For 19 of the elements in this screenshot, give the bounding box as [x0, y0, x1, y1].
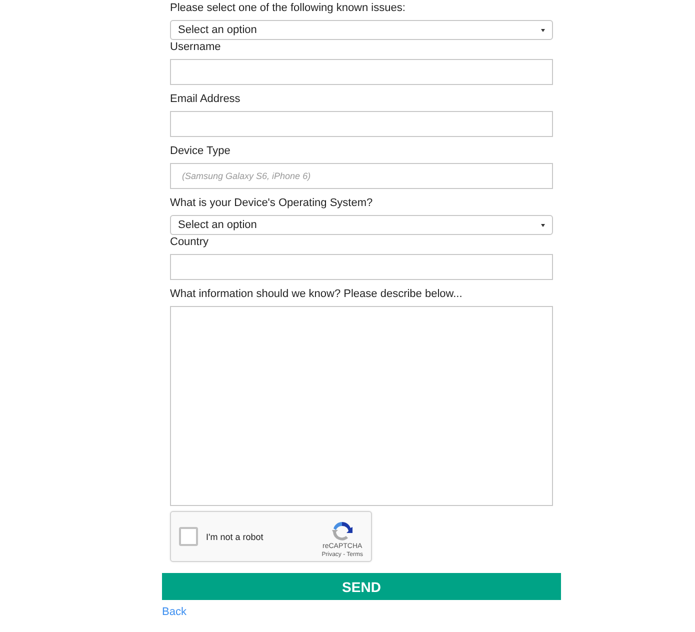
field-label: Email Address: [170, 92, 242, 107]
select-dropdown[interactable]: Select an option: [170, 215, 553, 235]
captcha-label: I'm not a robot: [206, 532, 264, 542]
text-area[interactable]: [170, 306, 553, 506]
field-label: Country: [170, 235, 210, 250]
select-dropdown[interactable]: Select an option: [170, 20, 553, 40]
input-field[interactable]: [170, 254, 553, 280]
input-field[interactable]: [170, 111, 553, 137]
field-label: Username: [170, 40, 222, 55]
input-field[interactable]: [170, 59, 553, 85]
field-label: Device Type: [170, 144, 232, 159]
caret-icon: [541, 224, 545, 226]
caret-icon: [541, 28, 545, 32]
recaptcha-icon: [331, 520, 354, 542]
field-label: What is your Device's Operating System?: [170, 196, 374, 211]
input-field[interactable]: (Samsung Galaxy S6, iPhone 6): [170, 163, 553, 189]
field-label: Please select one of the following known issues:: [170, 1, 406, 16]
field-label: What information should we know? Please describe below...: [170, 287, 464, 302]
checkbox[interactable]: [179, 527, 198, 546]
